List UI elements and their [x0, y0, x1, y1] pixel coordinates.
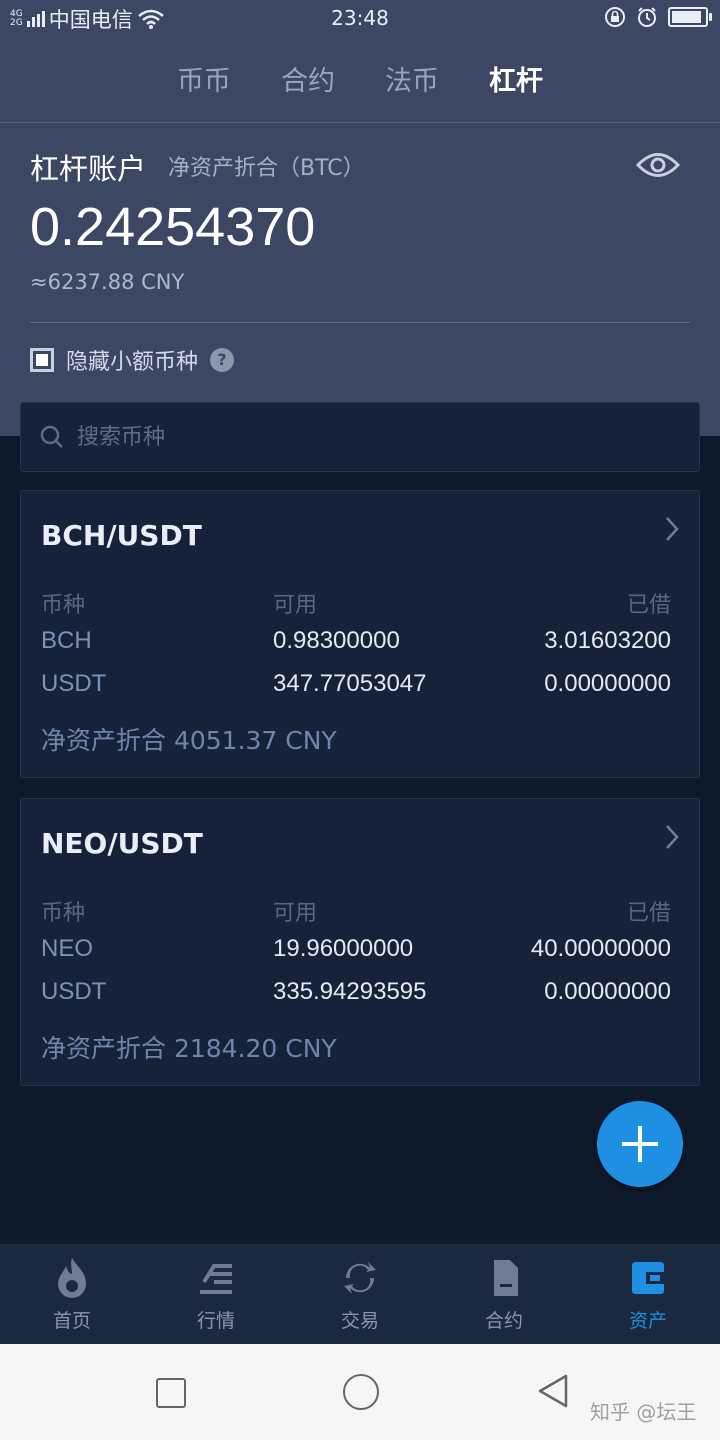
chevron-right-icon[interactable]	[663, 515, 681, 543]
table-row: USDT 335.94293595 0.00000000	[41, 978, 671, 1018]
borrowed-amount: 40.00000000	[530, 935, 671, 962]
header-borrowed: 已借	[626, 901, 671, 926]
wallet-icon	[632, 1262, 664, 1294]
coin-search-box[interactable]	[20, 402, 700, 472]
watermark: 知乎 @坛王	[590, 1400, 697, 1424]
help-icon[interactable]: ?	[210, 348, 235, 372]
battery-icon	[668, 7, 712, 27]
header-available: 可用	[273, 593, 318, 618]
nav-label: 资产	[628, 1310, 667, 1332]
coin-name: NEO	[41, 935, 94, 962]
pair-net-value: 净资产折合 2184.20 CNY	[41, 1034, 337, 1063]
recent-apps-icon[interactable]	[156, 1378, 186, 1408]
back-icon[interactable]	[536, 1372, 570, 1410]
exchange-icon	[344, 1262, 376, 1294]
available-amount: 0.98300000	[273, 627, 400, 654]
table-row: NEO 19.96000000 40.00000000	[41, 935, 671, 975]
borrowed-amount: 0.00000000	[544, 670, 671, 697]
checkbox-mark	[36, 354, 48, 366]
add-pair-button[interactable]	[597, 1101, 683, 1187]
total-balance-btc: 0.24254370	[30, 197, 316, 257]
nav-label: 行情	[196, 1310, 235, 1332]
header-available: 可用	[273, 901, 318, 926]
nav-trade[interactable]: 交易	[288, 1244, 432, 1344]
tab-margin[interactable]: 杠杆	[464, 54, 568, 110]
table-row: USDT 347.77053047 0.00000000	[41, 670, 671, 710]
account-title: 杠杆账户	[30, 152, 147, 186]
status-bar-right	[604, 6, 712, 28]
pair-title: NEO/USDT	[41, 827, 203, 860]
home-icon[interactable]	[343, 1374, 379, 1410]
nav-market[interactable]: 行情	[144, 1244, 288, 1344]
table-row: BCH 0.98300000 3.01603200	[41, 627, 671, 667]
nav-home[interactable]: 首页	[0, 1244, 144, 1344]
account-divider	[30, 322, 690, 323]
nav-assets[interactable]: 资产	[576, 1244, 720, 1344]
contract-icon	[494, 1260, 518, 1296]
hide-small-checkbox[interactable]	[30, 348, 54, 372]
coin-name: USDT	[41, 978, 107, 1005]
pair-title: BCH/USDT	[41, 519, 202, 552]
alarm-icon	[638, 7, 656, 27]
rotation-lock-icon	[605, 7, 625, 27]
total-balance-cny: ≈6237.88 CNY	[30, 270, 185, 294]
available-amount: 347.77053047	[273, 670, 427, 697]
tab-contract[interactable]: 合约	[256, 54, 360, 110]
nav-contract[interactable]: 合约	[432, 1244, 576, 1344]
coin-name: USDT	[41, 670, 107, 697]
available-amount: 19.96000000	[273, 935, 414, 962]
tabs-divider	[0, 122, 720, 123]
margin-pair-card[interactable]: NEO/USDT 币种 可用 已借 NEO 19.96000000 40.000…	[20, 798, 700, 1086]
flame-icon	[58, 1258, 86, 1298]
hide-small-row: 隐藏小额币种 ?	[30, 344, 235, 376]
coin-name: BCH	[41, 627, 92, 654]
tab-fiat[interactable]: 法币	[360, 54, 464, 110]
margin-pair-card[interactable]: BCH/USDT 币种 可用 已借 BCH 0.98300000 3.01603…	[20, 490, 700, 778]
pair-table-header: 币种 可用 已借	[41, 895, 671, 935]
pair-table-header: 币种 可用 已借	[41, 587, 671, 627]
pair-net-value: 净资产折合 4051.37 CNY	[41, 726, 337, 755]
chevron-right-icon[interactable]	[663, 823, 681, 851]
tab-spot[interactable]: 币币	[152, 54, 256, 110]
nav-label: 首页	[52, 1310, 91, 1332]
header-coin: 币种	[41, 593, 86, 618]
market-icon	[200, 1264, 232, 1294]
search-input[interactable]	[75, 423, 639, 451]
available-amount: 335.94293595	[273, 978, 427, 1005]
nav-label: 交易	[340, 1310, 379, 1332]
header-borrowed: 已借	[626, 593, 671, 618]
account-subtitle: 净资产折合（BTC）	[168, 156, 365, 181]
hide-small-label[interactable]: 隐藏小额币种	[66, 344, 198, 376]
header-coin: 币种	[41, 901, 86, 926]
nav-label: 合约	[484, 1310, 523, 1332]
borrowed-amount: 0.00000000	[544, 978, 671, 1005]
bottom-navigation: 首页 行情 交易 合约 资产	[0, 1244, 720, 1344]
borrowed-amount: 3.01603200	[544, 627, 671, 654]
eye-icon[interactable]	[636, 148, 680, 182]
search-icon	[40, 425, 63, 448]
account-type-tabs: 币币 合约 法币 杠杆	[0, 54, 720, 110]
plus-icon	[622, 1126, 658, 1162]
